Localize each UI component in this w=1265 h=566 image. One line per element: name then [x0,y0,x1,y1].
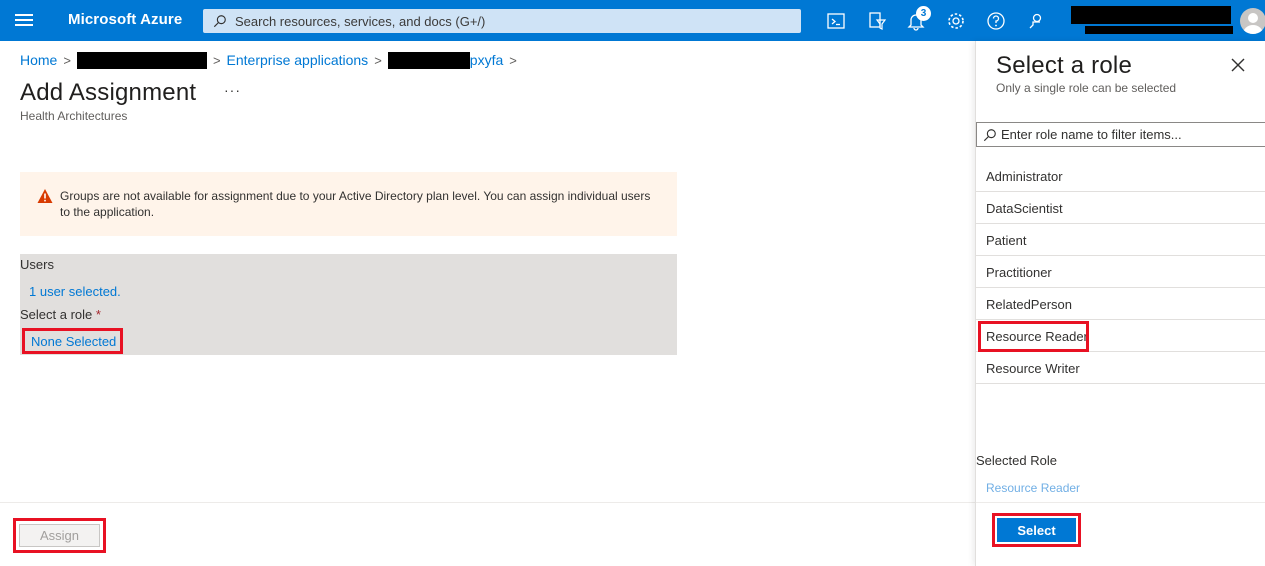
avatar-icon[interactable] [1240,8,1265,34]
assign-button[interactable]: Assign [19,524,100,547]
select-highlight: Select [992,513,1081,547]
redacted-tenant [76,51,207,69]
warning-text: Groups are not available for assignment … [60,189,651,219]
chevron-right-icon: > [212,52,221,68]
role-filter-input[interactable] [1001,127,1251,142]
selection-highlight [978,321,1089,352]
page-subtitle: Health Architectures [20,109,128,123]
cloud-shell-icon[interactable] [825,10,847,32]
role-item-resource-reader[interactable]: Resource Reader [976,320,1265,352]
assignment-form: Users 1 user selected. Select a role * N… [20,254,677,355]
global-search[interactable] [203,9,801,33]
top-navigation-bar: Microsoft Azure 3 [0,0,1265,41]
page-title: Add Assignment [20,79,197,106]
search-icon [213,15,226,28]
chevron-right-icon: > [509,52,517,68]
panel-subtitle: Only a single role can be selected [996,81,1177,95]
role-item-administrator[interactable]: Administrator [976,160,1265,192]
redacted-account-directory [1085,26,1233,34]
help-icon[interactable] [985,10,1007,32]
users-label: Users [20,257,54,272]
assign-highlight: Assign [13,518,106,553]
warning-banner: Groups are not available for assignment … [20,172,677,236]
role-selection-link[interactable]: None Selected [22,328,123,354]
breadcrumb-enterprise-applications[interactable]: Enterprise applications [227,52,369,68]
brand-title[interactable]: Microsoft Azure [68,11,182,28]
select-role-panel: Select a role Only a single role can be … [975,41,1265,566]
selected-role-label: Selected Role [976,453,1057,468]
selected-role-value: Resource Reader [986,481,1081,495]
gear-icon[interactable] [945,10,967,32]
search-input[interactable] [235,13,775,29]
search-icon [983,128,996,141]
panel-title: Select a role [996,52,1133,79]
notification-count-badge: 3 [916,6,931,21]
breadcrumb-home[interactable]: Home [20,52,57,68]
role-item-practitioner[interactable]: Practitioner [976,256,1265,288]
feedback-icon[interactable] [1025,10,1047,32]
users-selection-link[interactable]: 1 user selected. [29,284,121,299]
panel-footer-divider [976,502,1265,503]
role-item-relatedperson[interactable]: RelatedPerson [976,288,1265,320]
hamburger-icon[interactable] [14,11,34,29]
role-list: Administrator DataScientist Patient Prac… [976,160,1265,384]
breadcrumb-app[interactable]: pxyfa [470,52,503,68]
redacted-account-name [1071,6,1231,24]
role-item-patient[interactable]: Patient [976,224,1265,256]
more-options-button[interactable]: ··· [224,82,241,98]
select-role-label: Select a role * [20,307,101,322]
role-item-resource-writer[interactable]: Resource Writer [976,352,1265,384]
breadcrumb: Home > > Enterprise applications > pxyfa… [20,51,523,69]
role-item-datascientist[interactable]: DataScientist [976,192,1265,224]
close-icon[interactable] [1231,58,1245,72]
warning-icon [37,189,53,203]
directory-filter-icon[interactable] [866,10,888,32]
chevron-right-icon: > [63,52,71,68]
redacted-app-name [387,51,470,69]
required-asterisk: * [95,307,101,322]
select-button[interactable]: Select [997,518,1076,542]
chevron-right-icon: > [374,52,382,68]
footer-divider [0,502,975,503]
role-filter[interactable] [976,122,1265,147]
